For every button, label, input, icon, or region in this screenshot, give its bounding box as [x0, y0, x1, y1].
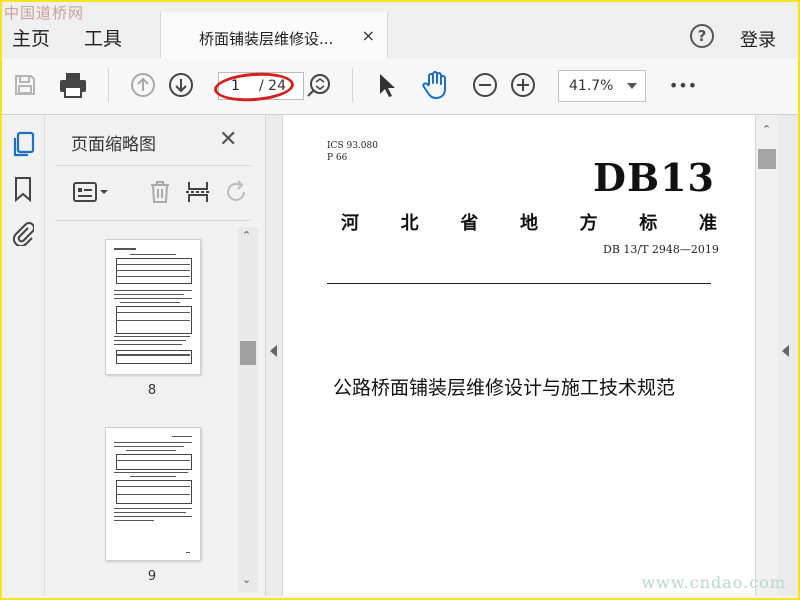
- zoom-value: 41.7%: [569, 78, 614, 94]
- document-tab[interactable]: 桥面铺装层维修设... ×: [160, 12, 388, 60]
- save-icon[interactable]: [10, 70, 40, 100]
- doc-title: 公路桥面铺装层维修设计与施工技术规范: [333, 377, 676, 399]
- triangle-left-icon: [270, 345, 277, 357]
- collapse-right-panel[interactable]: [778, 115, 798, 596]
- doc-code-big: DB13: [593, 155, 715, 200]
- divider: [55, 165, 251, 166]
- scrollbar-thumb[interactable]: [758, 149, 776, 169]
- thumbnail-options-icon[interactable]: [71, 177, 111, 207]
- bookmark-icon[interactable]: [10, 175, 36, 203]
- hand-tool-icon[interactable]: [420, 70, 450, 100]
- thumbnail-page-9[interactable]: [105, 427, 201, 561]
- menu-home[interactable]: 主页: [12, 24, 50, 51]
- std-char: 标: [639, 213, 658, 234]
- left-rail: [2, 115, 45, 596]
- tab-close-button[interactable]: ×: [362, 26, 375, 45]
- thumbnails-panel: 页面缩略图 ✕ 8 9 ⌃ ⌄: [45, 115, 266, 596]
- toolbar-separator: [352, 68, 353, 102]
- zoom-out-icon[interactable]: [470, 70, 500, 100]
- doc-standard-code: DB 13/T 2948—2019: [603, 243, 719, 256]
- zoom-select[interactable]: 41.7%: [558, 70, 646, 102]
- page-thumbnails-icon[interactable]: [10, 131, 36, 159]
- chevron-down-icon: [627, 83, 637, 89]
- tab-title: 桥面铺装层维修设...: [199, 30, 334, 48]
- find-icon[interactable]: [304, 70, 334, 100]
- print-icon[interactable]: [58, 70, 88, 100]
- collapse-left-panel[interactable]: [266, 115, 283, 596]
- zoom-in-icon[interactable]: [508, 70, 538, 100]
- std-char: 北: [400, 213, 419, 234]
- thumbnails-scrollbar[interactable]: ⌃ ⌄: [238, 227, 258, 592]
- std-char: 方: [579, 213, 598, 234]
- thumbnail-label-9: 9: [147, 569, 157, 584]
- menu-tools[interactable]: 工具: [84, 24, 122, 51]
- toolbar-separator: [108, 68, 109, 102]
- scroll-up-icon[interactable]: ⌃: [762, 123, 771, 136]
- thumbnails-title: 页面缩略图: [71, 135, 156, 155]
- login-button[interactable]: 登录: [740, 26, 776, 52]
- select-tool-icon[interactable]: [372, 70, 402, 100]
- doc-standard-name: 河 北 省 地 方 标 准: [341, 209, 717, 235]
- std-char: 河: [341, 213, 359, 234]
- std-char: 省: [460, 213, 479, 234]
- scroll-down-icon[interactable]: ⌄: [242, 573, 251, 586]
- divider: [55, 220, 251, 221]
- help-icon[interactable]: ?: [690, 24, 714, 48]
- prev-page-icon[interactable]: [128, 70, 158, 100]
- document-view[interactable]: ICS 93.080 P 66 DB13 河 北 省 地 方 标 准 DB 13…: [283, 115, 755, 596]
- document-scrollbar[interactable]: ⌃: [755, 115, 778, 596]
- std-char: 准: [698, 213, 717, 234]
- std-char: 地: [519, 213, 538, 234]
- thumbnail-label-8: 8: [147, 383, 157, 398]
- attachment-icon[interactable]: [10, 219, 36, 247]
- close-panel-button[interactable]: ✕: [219, 127, 237, 152]
- extract-pages-icon[interactable]: [183, 177, 213, 207]
- doc-ics: ICS 93.080: [327, 141, 378, 151]
- more-icon[interactable]: •••: [666, 70, 700, 100]
- rotate-icon[interactable]: [223, 177, 251, 207]
- triangle-left-icon: [782, 345, 789, 357]
- menu-bar: 主页 工具 桥面铺装层维修设... × ? 登录: [2, 2, 798, 60]
- doc-rule: [327, 283, 711, 284]
- scrollbar-thumb[interactable]: [240, 341, 256, 365]
- delete-icon[interactable]: [145, 177, 175, 207]
- watermark-top: 中国道桥网: [4, 4, 85, 22]
- next-page-icon[interactable]: [166, 70, 196, 100]
- doc-p: P 66: [327, 153, 348, 163]
- toolbar: 1 / 24 41.7% •••: [2, 58, 798, 115]
- scroll-up-icon[interactable]: ⌃: [242, 229, 251, 242]
- thumbnail-page-8[interactable]: [105, 239, 201, 375]
- watermark-bottom: www.cndao.com: [641, 573, 786, 592]
